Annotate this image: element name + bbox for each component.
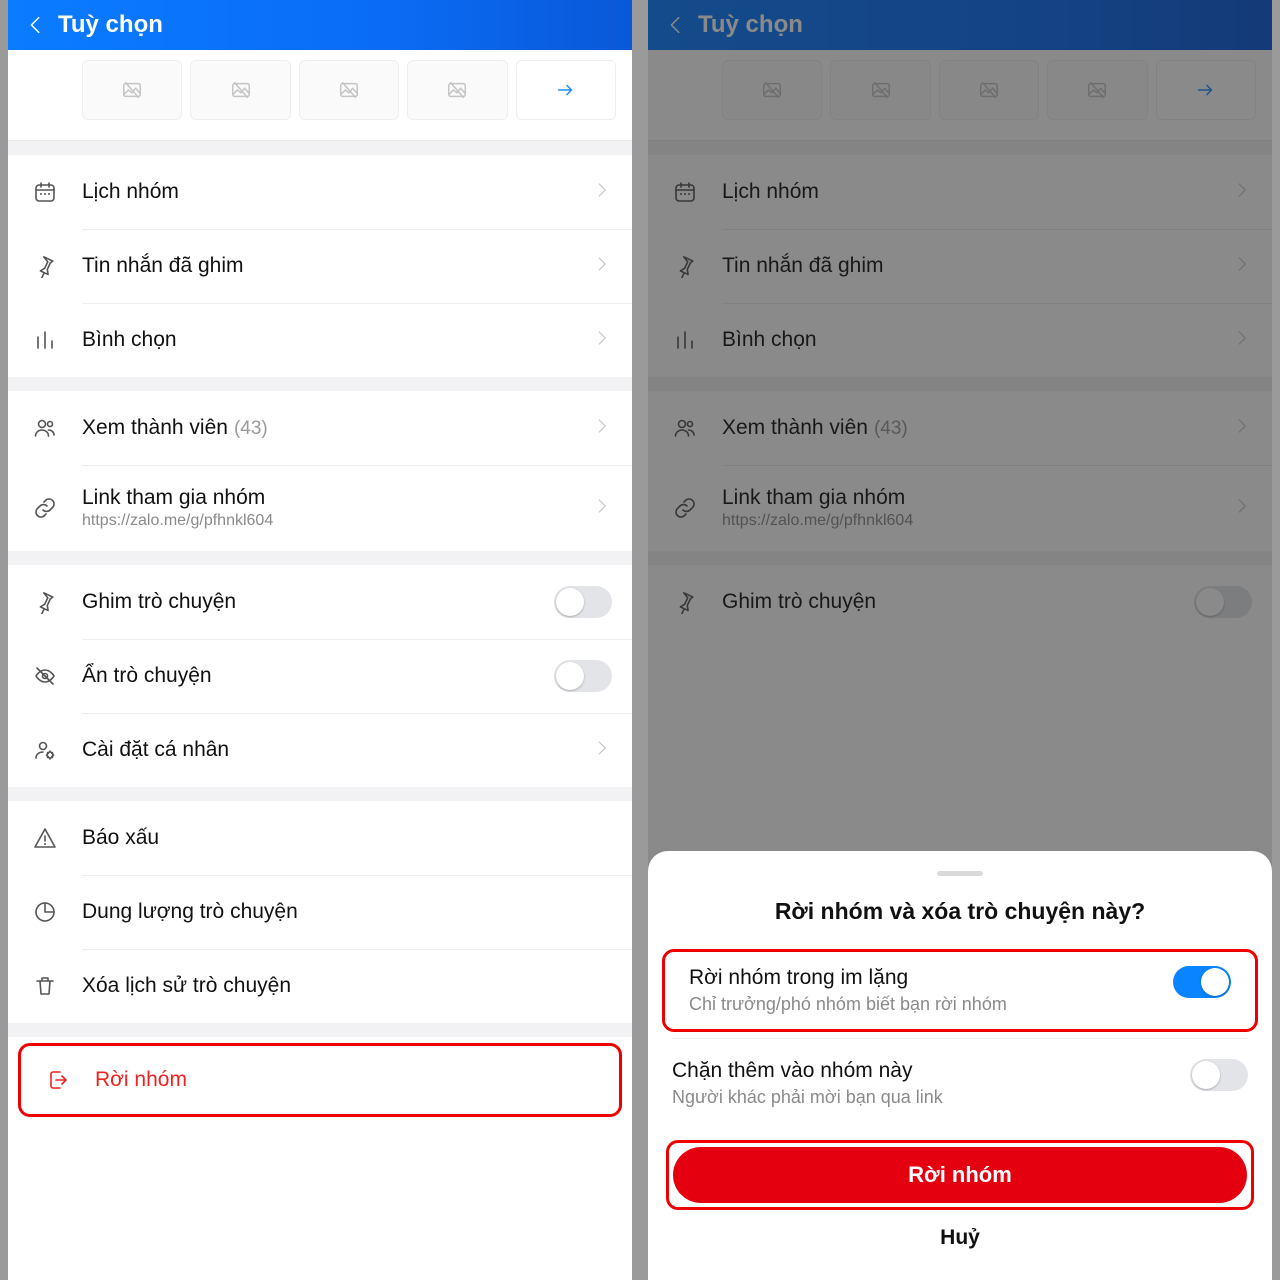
chevron-right-icon: [594, 181, 612, 204]
cancel-button[interactable]: Huỷ: [648, 1226, 1272, 1250]
eye-off-icon: [28, 664, 62, 688]
chevron-left-icon: [25, 14, 47, 36]
option-leave-silently-highlight: Rời nhóm trong im lặng Chỉ trưởng/phó nh…: [662, 949, 1258, 1032]
section-separator: [8, 1023, 632, 1037]
section-separator: [8, 377, 632, 391]
row-label: Cài đặt cá nhân: [82, 738, 594, 762]
broken-image-icon: [338, 79, 360, 101]
sheet-title: Rời nhóm và xóa trò chuyện này?: [648, 898, 1272, 925]
link-icon: [28, 496, 62, 520]
row-label: Tin nhắn đã ghim: [82, 254, 594, 278]
arrow-right-icon: [555, 79, 577, 101]
media-thumb[interactable]: [407, 60, 507, 120]
option-block-readd: Chặn thêm vào nhóm này Người khác phải m…: [648, 1045, 1272, 1122]
switch-hide-chat[interactable]: [554, 660, 612, 692]
section-separator: [8, 787, 632, 801]
chevron-right-icon: [594, 497, 612, 520]
row-clear-history[interactable]: Xóa lịch sử trò chuyện: [8, 949, 632, 1023]
option-label: Rời nhóm trong im lặng: [689, 966, 1173, 990]
media-more-button[interactable]: [516, 60, 616, 120]
trash-icon: [28, 974, 62, 998]
chevron-right-icon: [594, 739, 612, 762]
screen-right: Tuỳ chọn Lịch nhóm Tin nhắn đã ghim Bình…: [640, 0, 1280, 1280]
screen-left: Tuỳ chọn Lịch nhóm Tin nhắn đã ghim Bình…: [0, 0, 640, 1280]
row-label: Link tham gia nhóm: [82, 486, 594, 510]
switch-leave-silently[interactable]: [1173, 966, 1231, 998]
switch-block-readd[interactable]: [1190, 1059, 1248, 1091]
pin-icon: [28, 590, 62, 614]
row-poll[interactable]: Bình chọn: [8, 303, 632, 377]
row-label: Lịch nhóm: [82, 180, 594, 204]
row-group-calendar[interactable]: Lịch nhóm: [8, 155, 632, 229]
pin-icon: [28, 254, 62, 278]
user-gear-icon: [28, 738, 62, 762]
row-label: Báo xấu: [82, 826, 612, 850]
members-icon: [28, 416, 62, 440]
section-separator: [8, 551, 632, 565]
media-thumb[interactable]: [82, 60, 182, 120]
option-sublabel: Người khác phải mời bạn qua link: [672, 1087, 1190, 1108]
option-sublabel: Chỉ trưởng/phó nhóm biết bạn rời nhóm: [689, 994, 1173, 1015]
chevron-right-icon: [594, 255, 612, 278]
calendar-icon: [28, 180, 62, 204]
row-label: Rời nhóm: [95, 1068, 599, 1092]
chevron-right-icon: [594, 329, 612, 352]
row-leave-group[interactable]: Rời nhóm: [18, 1043, 622, 1117]
exit-icon: [41, 1068, 75, 1092]
row-label: Xem thành viên(43): [82, 416, 594, 440]
section-separator: [8, 141, 632, 155]
header-title: Tuỳ chọn: [58, 11, 163, 39]
row-chat-storage[interactable]: Dung lượng trò chuyện: [8, 875, 632, 949]
row-label: Dung lượng trò chuyện: [82, 900, 612, 924]
back-button[interactable]: [20, 14, 52, 36]
row-group-link[interactable]: Link tham gia nhóm https://zalo.me/g/pfh…: [8, 465, 632, 551]
broken-image-icon: [230, 79, 252, 101]
chevron-right-icon: [594, 417, 612, 440]
row-report[interactable]: Báo xấu: [8, 801, 632, 875]
switch-pin-chat[interactable]: [554, 586, 612, 618]
row-hide-chat: Ẩn trò chuyện: [8, 639, 632, 713]
row-label: Xóa lịch sử trò chuyện: [82, 974, 612, 998]
row-personal-settings[interactable]: Cài đặt cá nhân: [8, 713, 632, 787]
option-leave-silently: Rời nhóm trong im lặng Chỉ trưởng/phó nh…: [665, 952, 1255, 1029]
row-pinned-messages[interactable]: Tin nhắn đã ghim: [8, 229, 632, 303]
warning-icon: [28, 826, 62, 850]
row-pin-chat: Ghim trò chuyện: [8, 565, 632, 639]
media-thumb[interactable]: [299, 60, 399, 120]
leave-group-button[interactable]: Rời nhóm: [673, 1147, 1247, 1203]
divider: [672, 1038, 1248, 1039]
pie-chart-icon: [28, 900, 62, 924]
media-thumbnails: [8, 50, 632, 141]
row-label: Bình chọn: [82, 328, 594, 352]
media-thumb[interactable]: [190, 60, 290, 120]
poll-icon: [28, 328, 62, 352]
broken-image-icon: [446, 79, 468, 101]
row-sublabel: https://zalo.me/g/pfhnkl604: [82, 512, 594, 530]
header: Tuỳ chọn: [8, 0, 632, 50]
row-label: Ẩn trò chuyện: [82, 664, 554, 688]
option-label: Chặn thêm vào nhóm này: [672, 1059, 1190, 1083]
row-view-members[interactable]: Xem thành viên(43): [8, 391, 632, 465]
members-count: (43): [234, 418, 268, 439]
leave-button-highlight: Rời nhóm: [666, 1140, 1254, 1210]
row-label: Ghim trò chuyện: [82, 590, 554, 614]
broken-image-icon: [121, 79, 143, 101]
sheet-grabber[interactable]: [937, 871, 983, 876]
leave-group-sheet: Rời nhóm và xóa trò chuyện này? Rời nhóm…: [648, 851, 1272, 1280]
